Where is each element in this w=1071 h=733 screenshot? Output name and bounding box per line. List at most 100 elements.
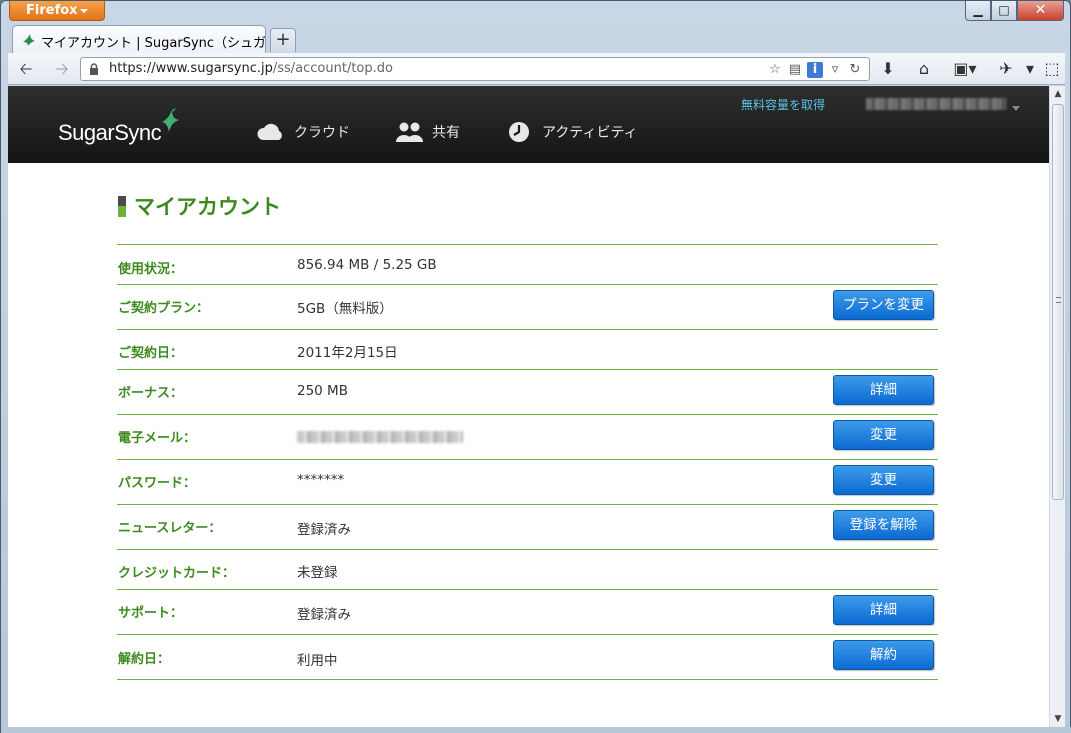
- url-path: /ss/account/top.do: [272, 61, 393, 76]
- navigation-toolbar: 🡠 🡢 https://www.sugarsync.jp/ss/account/…: [8, 53, 1065, 85]
- table-row: 使用状況： 856.94 MB / 5.25 GB: [117, 244, 938, 284]
- bookmarks-menu-button[interactable]: ▣▾: [950, 59, 980, 79]
- row-label-plan: ご契約プラン：: [118, 301, 210, 316]
- plus-icon: +: [275, 29, 291, 50]
- table-row: 電子メール： 変更: [117, 414, 938, 459]
- clock-icon: [509, 122, 529, 142]
- minimize-button[interactable]: ▁: [965, 1, 991, 21]
- change-email-button[interactable]: 変更: [833, 420, 934, 450]
- redacted-email: [297, 431, 463, 443]
- forward-arrow-icon: 🡢: [55, 59, 69, 78]
- page-viewport: SugarSync クラウド 共有 アクティビティ 無料容量を取得 マイアカウン…: [8, 86, 1049, 727]
- user-account-menu[interactable]: [866, 98, 1006, 110]
- row-value-plan: 5GB（無料版）: [297, 301, 393, 317]
- sugarsync-logo[interactable]: SugarSync: [58, 120, 162, 146]
- browser-window: Firefox ▁ □ ✕ マイアカウント | SugarSync（シュガ...…: [0, 0, 1071, 733]
- row-label-email: 電子メール：: [118, 431, 197, 446]
- firefox-menu-label: Firefox: [26, 3, 78, 18]
- bookmark-star-icon[interactable]: ☆: [767, 62, 783, 78]
- nav-cloud[interactable]: クラウド: [256, 121, 350, 143]
- table-row: サポート： 登録済み 詳細: [117, 589, 938, 634]
- scrollbar-thumb[interactable]: [1052, 104, 1064, 500]
- sugarsync-favicon-icon: [23, 34, 35, 46]
- change-password-button[interactable]: 変更: [833, 465, 934, 495]
- back-button[interactable]: 🡠: [16, 59, 36, 79]
- forward-button[interactable]: 🡢: [52, 59, 72, 79]
- account-info-table: 使用状況： 856.94 MB / 5.25 GB ご契約プラン： 5GB（無料…: [117, 244, 938, 680]
- nav-cloud-label: クラウド: [294, 125, 350, 141]
- row-value-password: *******: [297, 472, 345, 488]
- minimize-icon: ▁: [973, 3, 983, 17]
- vertical-scrollbar[interactable]: ▲ ▼: [1049, 86, 1065, 727]
- table-row: ご契約日： 2011年2月15日: [117, 329, 938, 369]
- row-value-usage: 856.94 MB / 5.25 GB: [297, 257, 437, 273]
- site-header: SugarSync クラウド 共有 アクティビティ 無料容量を取得: [8, 86, 1049, 163]
- table-row: パスワード： ******* 変更: [117, 459, 938, 504]
- nav-share-label: 共有: [432, 125, 460, 141]
- free-space-link[interactable]: 無料容量を取得: [741, 96, 825, 113]
- dropdown-arrow-icon[interactable]: ▿: [827, 62, 843, 78]
- tab-my-account[interactable]: マイアカウント | SugarSync（シュガ...: [12, 25, 266, 53]
- cancel-subscription-button[interactable]: 解約: [833, 640, 934, 670]
- url-bar[interactable]: https://www.sugarsync.jp/ss/account/top.…: [80, 57, 870, 81]
- unsubscribe-newsletter-button[interactable]: 登録を解除: [833, 510, 934, 540]
- support-details-button[interactable]: 詳細: [833, 595, 934, 625]
- row-value-contract-date: 2011年2月15日: [297, 345, 398, 361]
- firefox-menu-button[interactable]: Firefox: [9, 1, 105, 21]
- change-plan-button[interactable]: プランを変更: [833, 290, 934, 320]
- chevron-down-icon: ▾: [1025, 59, 1035, 78]
- cloud-icon: [257, 123, 282, 140]
- row-label-cancellation: 解約日：: [118, 652, 171, 667]
- extension-icon: ✈: [999, 59, 1013, 78]
- row-label-newsletter: ニュースレター：: [118, 521, 222, 536]
- reload-icon[interactable]: ↻: [847, 62, 863, 78]
- people-icon: [396, 122, 423, 142]
- downloads-button[interactable]: ⬇: [878, 59, 898, 79]
- page-title-block: マイアカウント: [118, 191, 281, 221]
- window-bottom-border: [1, 727, 1071, 733]
- close-window-button[interactable]: ✕: [1017, 1, 1064, 21]
- new-tab-button[interactable]: +: [270, 28, 296, 52]
- row-label-support: サポート：: [118, 606, 184, 621]
- home-icon: ⌂: [918, 59, 930, 78]
- scroll-down-icon[interactable]: ▼: [1050, 711, 1066, 727]
- close-icon: ✕: [1034, 2, 1047, 18]
- row-value-cancellation: 利用中: [297, 653, 338, 669]
- table-row: ニュースレター： 登録済み 登録を解除: [117, 504, 938, 549]
- tab-title: マイアカウント | SugarSync（シュガ...: [41, 36, 265, 51]
- nav-share[interactable]: 共有: [394, 121, 460, 143]
- title-marker: [118, 195, 126, 217]
- lock-icon: [90, 63, 98, 75]
- extension-button[interactable]: ✈: [996, 59, 1016, 79]
- row-value-email: [297, 429, 463, 447]
- url-bar-icons: ☆ ▤ i ▿ ↻: [767, 61, 863, 79]
- translate-icon[interactable]: ▤: [787, 62, 803, 78]
- row-label-usage: 使用状況：: [118, 262, 184, 277]
- scroll-up-icon[interactable]: ▲: [1050, 86, 1066, 102]
- chevron-down-icon[interactable]: [1012, 106, 1020, 111]
- row-value-support: 登録済み: [297, 607, 351, 623]
- screenshot-icon: ⬚: [1044, 59, 1060, 78]
- nav-activity-label: アクティビティ: [542, 125, 638, 141]
- site-info-icon[interactable]: i: [807, 62, 823, 78]
- grip-icon: [1056, 297, 1061, 303]
- table-row: ボーナス： 250 MB 詳細: [117, 369, 938, 414]
- row-value-bonus: 250 MB: [297, 383, 348, 399]
- table-row: クレジットカード： 未登録: [117, 549, 938, 589]
- bonus-details-button[interactable]: 詳細: [833, 375, 934, 405]
- table-row: 解約日： 利用中 解約: [117, 634, 938, 680]
- home-button[interactable]: ⌂: [914, 59, 934, 79]
- row-value-credit-card: 未登録: [297, 565, 338, 581]
- screenshot-button[interactable]: ⬚: [1042, 59, 1062, 79]
- nav-activity[interactable]: アクティビティ: [504, 121, 638, 143]
- overflow-menu-button[interactable]: ▾: [1020, 59, 1040, 79]
- title-bar: Firefox ▁ □ ✕: [1, 1, 1070, 23]
- url-text: https://www.sugarsync.jp/ss/account/top.…: [109, 61, 393, 76]
- download-arrow-icon: ⬇: [881, 59, 895, 78]
- maximize-button[interactable]: □: [991, 1, 1017, 21]
- table-row: ご契約プラン： 5GB（無料版） プランを変更: [117, 284, 938, 329]
- page-title: マイアカウント: [134, 195, 281, 219]
- hummingbird-logo-icon: [162, 108, 179, 132]
- row-value-newsletter: 登録済み: [297, 522, 351, 538]
- url-host: https://www.sugarsync.jp: [109, 61, 273, 76]
